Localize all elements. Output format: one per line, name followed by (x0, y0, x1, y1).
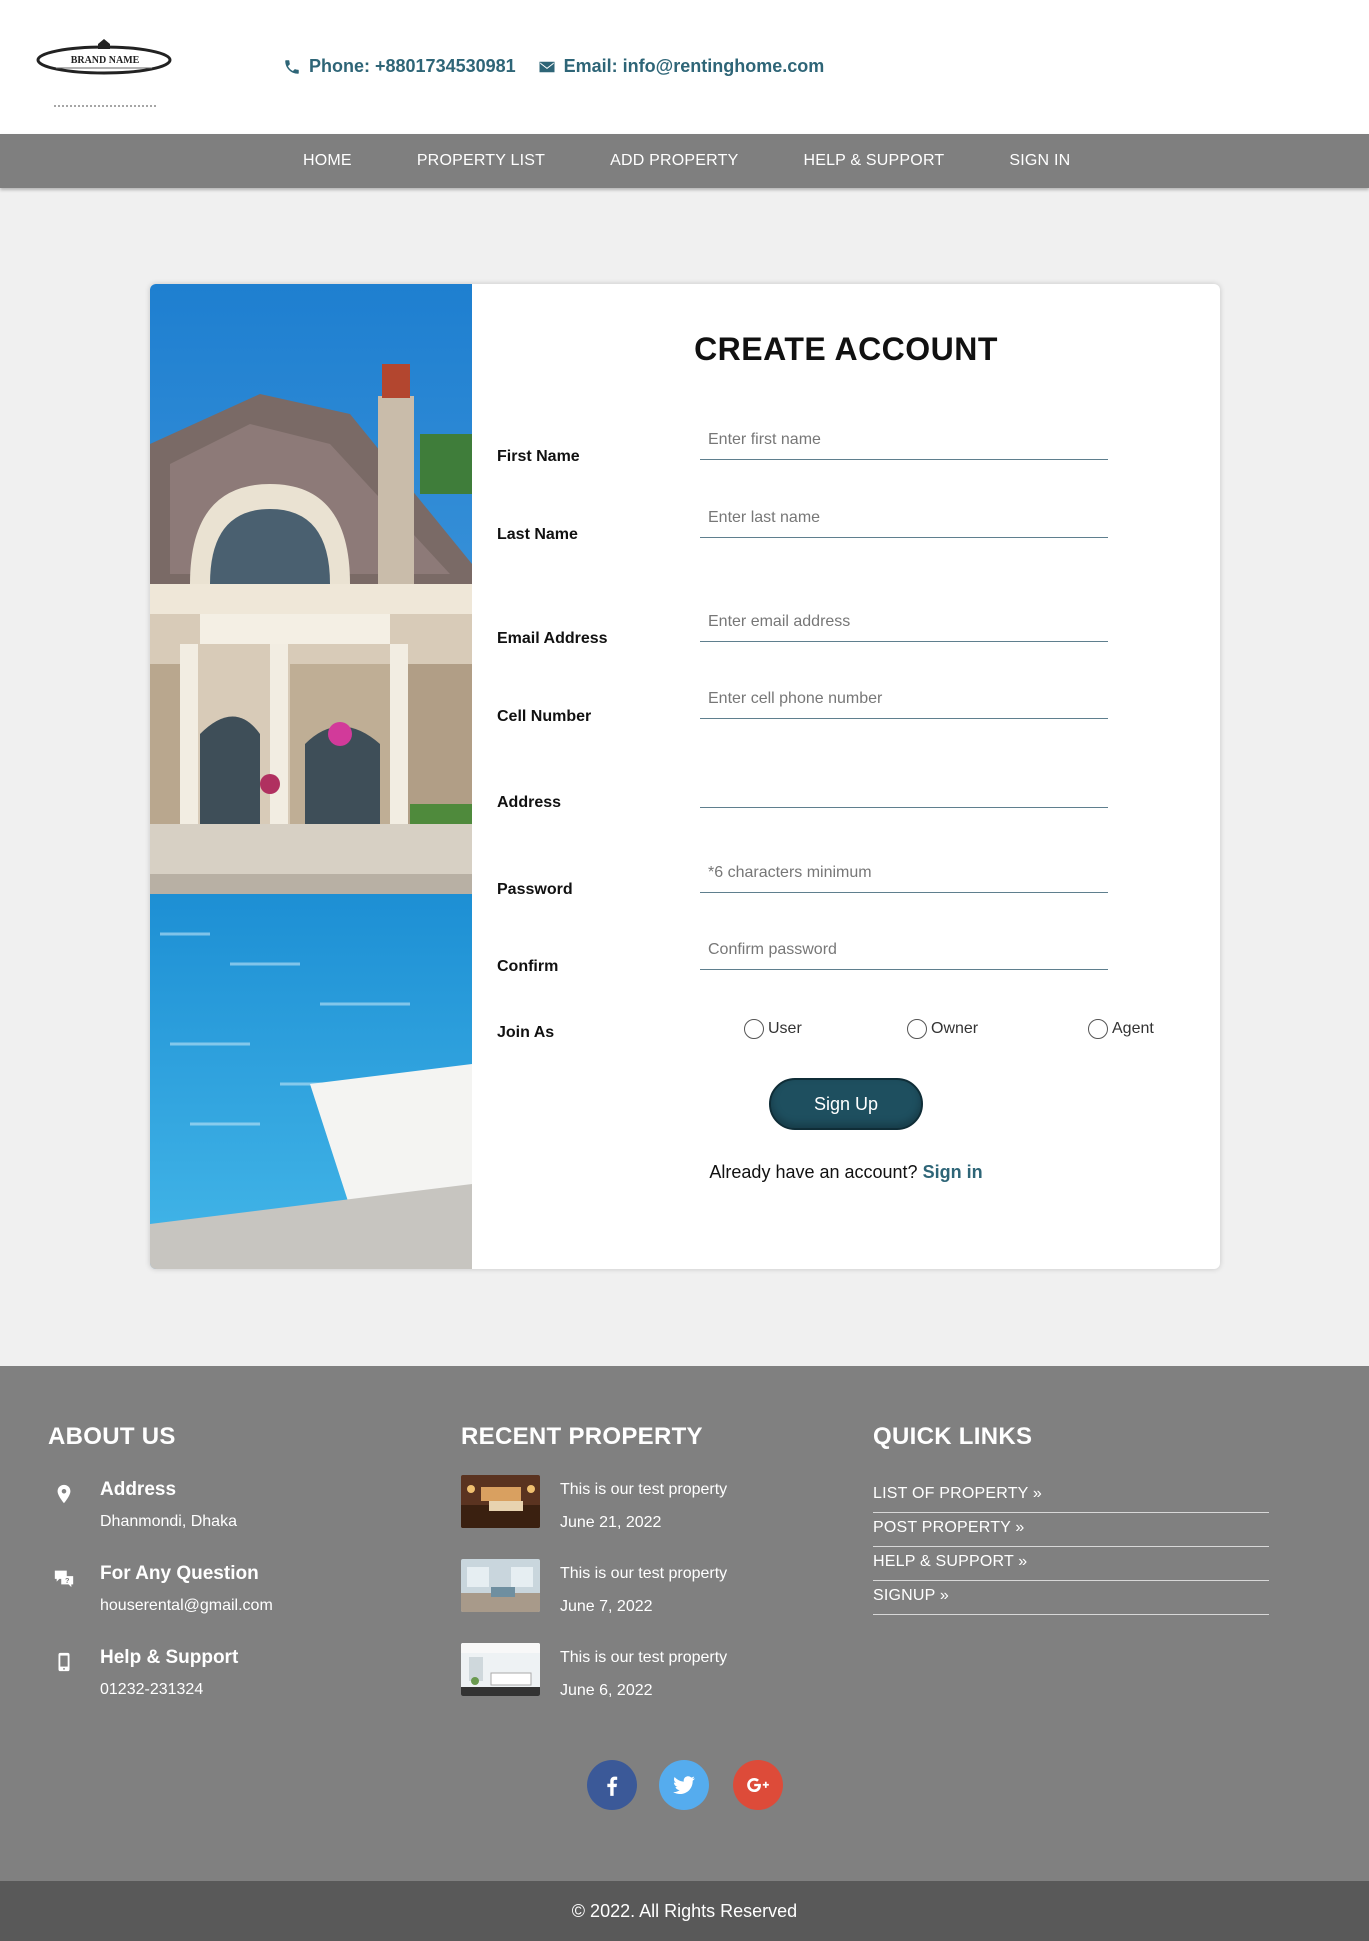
address-input[interactable] (700, 766, 1108, 808)
about-question-value[interactable]: houserental@gmail.com (100, 1597, 273, 1615)
already-account-text: Already have an account? (709, 1162, 918, 1182)
quick-link-list-property[interactable]: LIST OF PROPERTY » (873, 1479, 1269, 1513)
signin-prompt: Already have an account? Sign in (472, 1162, 1220, 1183)
role-radio-agent[interactable]: Agent (1088, 1019, 1154, 1039)
facebook-button[interactable] (587, 1760, 637, 1810)
cell-number-label: Cell Number (497, 708, 592, 725)
property-thumbnail[interactable] (461, 1475, 540, 1528)
form-title: CREATE ACCOUNT (694, 331, 998, 367)
cell-number-input[interactable] (700, 679, 1108, 719)
recent-property-title[interactable]: This is our test property (560, 1649, 727, 1667)
role-radio-user[interactable]: User (744, 1019, 802, 1039)
password-label: Password (497, 881, 573, 898)
address-label: Address (497, 794, 562, 811)
copyright-bar: © 2022. All Rights Reserved (0, 1881, 1369, 1941)
property-thumbnail[interactable] (461, 1643, 540, 1696)
radio-button[interactable] (744, 1019, 764, 1039)
quick-links-heading: QUICK LINKS (873, 1423, 1033, 1450)
email-input[interactable] (700, 602, 1108, 642)
radio-button[interactable] (1088, 1019, 1108, 1039)
about-us-heading: ABOUT US (48, 1423, 176, 1450)
recent-property-item[interactable]: This is our test property June 7, 2022 (461, 1559, 801, 1619)
about-address-value: Dhanmondi, Dhaka (100, 1513, 237, 1530)
about-help-value[interactable]: 01232-231324 (100, 1681, 203, 1699)
radio-button[interactable] (907, 1019, 927, 1039)
quick-link-help-support[interactable]: HELP & SUPPORT » (873, 1547, 1269, 1581)
first-name-input[interactable] (700, 420, 1108, 460)
svg-text:BRAND NAME: BRAND NAME (71, 55, 140, 66)
property-thumbnail[interactable] (461, 1559, 540, 1612)
svg-text:?: ? (65, 1576, 70, 1585)
about-help: Help & Support 01232-231324 (48, 1647, 428, 1707)
google-plus-button[interactable] (733, 1760, 783, 1810)
mobile-phone-icon (58, 1652, 70, 1672)
about-address-title: Address (100, 1479, 177, 1500)
nav-item-help-support[interactable]: HELP & SUPPORT (803, 152, 944, 170)
quick-link-signup[interactable]: SIGNUP » (873, 1581, 1269, 1615)
recent-property-item[interactable]: This is our test property June 6, 2022 (461, 1643, 801, 1703)
confirm-label: Confirm (497, 958, 559, 975)
sign-in-link[interactable]: Sign in (923, 1162, 983, 1182)
about-address: Address Dhanmondi, Dhaka (48, 1479, 428, 1539)
google-plus-icon (747, 1777, 769, 1793)
recent-property-title[interactable]: This is our test property (560, 1481, 727, 1499)
signup-form: CREATE ACCOUNT First Name Last Name Emai… (472, 284, 1220, 1269)
recent-property-item[interactable]: This is our test property June 21, 2022 (461, 1475, 801, 1535)
facebook-icon (607, 1776, 618, 1796)
about-help-title: Help & Support (100, 1647, 239, 1668)
last-name-label: Last Name (497, 526, 578, 543)
nav-item-property-list[interactable]: PROPERTY LIST (417, 152, 545, 170)
twitter-icon (673, 1776, 695, 1794)
recent-property-date: June 7, 2022 (560, 1598, 653, 1615)
role-label-agent: Agent (1112, 1020, 1154, 1037)
email-text: Email: info@rentinghome.com (563, 56, 825, 76)
signup-card: CREATE ACCOUNT First Name Last Name Emai… (150, 284, 1220, 1269)
brand-logo[interactable]: BRAND NAME (36, 38, 176, 110)
role-radio-owner[interactable]: Owner (907, 1019, 978, 1039)
site-footer: ABOUT US RECENT PROPERTY QUICK LINKS Add… (0, 1366, 1369, 1881)
question-chat-icon: ? (54, 1570, 74, 1588)
join-as-label: Join As (497, 1024, 555, 1041)
nav-item-home[interactable]: HOME (303, 152, 352, 170)
recent-property-date: June 6, 2022 (560, 1682, 653, 1699)
recent-property-title[interactable]: This is our test property (560, 1565, 727, 1583)
nav-item-sign-in[interactable]: SIGN IN (1009, 152, 1070, 170)
recent-property-date: June 21, 2022 (560, 1514, 662, 1531)
phone-contact[interactable]: Phone: +8801734530981 (283, 56, 516, 77)
nav-item-add-property[interactable]: ADD PROPERTY (610, 152, 738, 170)
email-contact[interactable]: Email: info@rentinghome.com (538, 56, 825, 77)
envelope-icon (539, 61, 555, 72)
phone-text: Phone: +8801734530981 (309, 56, 516, 76)
sign-up-button[interactable]: Sign Up (769, 1078, 923, 1130)
house-pool-image (150, 284, 472, 1269)
about-question-title: For Any Question (100, 1563, 259, 1584)
first-name-label: First Name (497, 448, 580, 465)
role-label-owner: Owner (931, 1020, 979, 1037)
recent-property-heading: RECENT PROPERTY (461, 1423, 703, 1450)
location-pin-icon (57, 1484, 71, 1504)
role-label-user: User (768, 1020, 802, 1037)
about-question: ? For Any Question houserental@gmail.com (48, 1563, 428, 1623)
top-header: BRAND NAME Phone: +8801734530981 Email: … (0, 0, 1369, 134)
email-label: Email Address (497, 630, 608, 647)
quick-links-list: LIST OF PROPERTY » POST PROPERTY » HELP … (873, 1479, 1269, 1615)
contact-info: Phone: +8801734530981 Email: info@rentin… (283, 56, 824, 77)
confirm-password-input[interactable] (700, 930, 1108, 970)
quick-link-post-property[interactable]: POST PROPERTY » (873, 1513, 1269, 1547)
password-input[interactable] (700, 853, 1108, 893)
twitter-button[interactable] (659, 1760, 709, 1810)
main-nav: HOME PROPERTY LIST ADD PROPERTY HELP & S… (0, 134, 1369, 188)
last-name-input[interactable] (700, 498, 1108, 538)
phone-icon (285, 59, 299, 74)
